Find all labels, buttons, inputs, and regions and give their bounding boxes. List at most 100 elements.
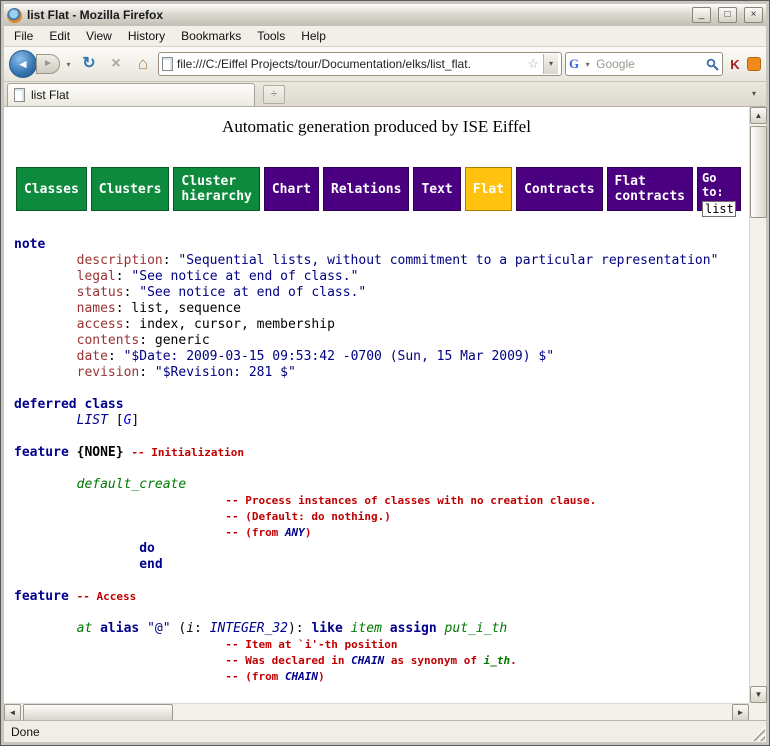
- horizontal-scroll-thumb[interactable]: [23, 704, 173, 721]
- goto-label: Go to:: [702, 171, 736, 199]
- code-line: legal: "See notice at end of class.": [14, 269, 749, 285]
- nav-button-cluster-hierarchy[interactable]: Cluster hierarchy: [173, 167, 259, 211]
- url-text[interactable]: file:///C:/Eiffel Projects/tour/Document…: [177, 57, 523, 71]
- nav-button-flat-contracts[interactable]: Flat contracts: [607, 167, 693, 211]
- url-dropdown-button[interactable]: ▾: [543, 54, 558, 74]
- k-addon-icon[interactable]: K: [726, 57, 744, 72]
- status-bar: Done: [4, 720, 766, 742]
- menu-bookmarks[interactable]: Bookmarks: [173, 27, 249, 45]
- code-link[interactable]: at: [77, 621, 93, 636]
- code-text: description: [77, 253, 163, 268]
- code-link[interactable]: CHAIN: [285, 670, 318, 683]
- nav-button-flat[interactable]: Flat: [465, 167, 512, 211]
- menu-bar: File Edit View History Bookmarks Tools H…: [4, 26, 766, 47]
- home-icon[interactable]: ⌂: [131, 52, 155, 76]
- code-text: "See notice at end of class.": [131, 269, 358, 284]
- forward-button[interactable]: ►: [36, 54, 60, 74]
- nav-button-relations[interactable]: Relations: [323, 167, 409, 211]
- menu-help[interactable]: Help: [293, 27, 334, 45]
- code-text: -- (from: [225, 526, 285, 539]
- code-link[interactable]: ANY: [285, 526, 305, 539]
- code-text: :: [108, 349, 124, 364]
- code-link[interactable]: LIST: [77, 413, 108, 428]
- code-text: [139, 621, 147, 636]
- page-icon: [162, 57, 173, 71]
- menu-view[interactable]: View: [78, 27, 120, 45]
- code-link[interactable]: INTEGER_32: [210, 621, 288, 636]
- window-title: list Flat - Mozilla Firefox: [27, 8, 685, 22]
- vertical-scrollbar[interactable]: ▲ ▼: [749, 107, 766, 703]
- firefox-window: list Flat - Mozilla Firefox _ □ × File E…: [0, 0, 770, 746]
- list-all-tabs-icon[interactable]: ▾: [745, 85, 763, 104]
- minimize-button[interactable]: _: [692, 7, 711, 23]
- orange-addon-icon[interactable]: [747, 57, 761, 71]
- scroll-right-icon[interactable]: ►: [732, 704, 749, 721]
- scroll-left-icon[interactable]: ◄: [4, 704, 21, 721]
- code-line: [14, 573, 749, 589]
- code-line: -- Process instances of classes with no …: [14, 493, 749, 509]
- code-line: -- Was declared in CHAIN as synonym of i…: [14, 653, 749, 669]
- code-link[interactable]: default_create: [77, 477, 187, 492]
- scroll-down-icon[interactable]: ▼: [750, 686, 767, 703]
- nav-button-text[interactable]: Text: [413, 167, 460, 211]
- code-text: status: [77, 285, 124, 300]
- goto-input[interactable]: [702, 201, 736, 217]
- code-text: ): [318, 670, 325, 683]
- code-text: [: [108, 413, 124, 428]
- search-engine-dropdown-icon[interactable]: ▾: [582, 60, 593, 69]
- code-text: [14, 269, 77, 284]
- search-input[interactable]: Google: [596, 57, 703, 71]
- close-button[interactable]: ×: [744, 7, 763, 23]
- tab-strip-button[interactable]: ÷: [263, 85, 285, 104]
- goto-box: Go to:: [697, 167, 741, 211]
- menu-file[interactable]: File: [6, 27, 41, 45]
- code-link[interactable]: item: [351, 621, 382, 636]
- stop-icon[interactable]: ×: [104, 52, 128, 76]
- code-text: [437, 621, 445, 636]
- bookmark-star-icon[interactable]: ☆: [527, 56, 539, 72]
- code-text: "See notice at end of class.": [139, 285, 366, 300]
- maximize-button[interactable]: □: [718, 7, 737, 23]
- back-button[interactable]: ◄: [9, 50, 37, 78]
- code-text: [14, 253, 77, 268]
- navigation-toolbar: ◄ ► ▾ ↻ × ⌂ file:///C:/Eiffel Projects/t…: [4, 47, 766, 82]
- magnifier-icon[interactable]: [706, 58, 719, 71]
- vertical-scroll-thumb[interactable]: [750, 126, 767, 218]
- code-link[interactable]: put_i_th: [445, 621, 508, 636]
- code-line: deferred class: [14, 397, 749, 413]
- menu-tools[interactable]: Tools: [249, 27, 293, 45]
- code-text: -- (Default: do nothing.): [225, 510, 391, 523]
- code-line: note: [14, 237, 749, 253]
- search-bar[interactable]: G ▾ Google: [565, 52, 723, 76]
- menu-history[interactable]: History: [120, 27, 173, 45]
- code-line: contents: generic: [14, 333, 749, 349]
- nav-button-chart[interactable]: Chart: [264, 167, 319, 211]
- tab-list-flat[interactable]: list Flat: [7, 83, 255, 106]
- nav-button-contracts[interactable]: Contracts: [516, 167, 602, 211]
- code-text: .: [510, 654, 517, 667]
- code-text: deferred class: [14, 397, 124, 412]
- refresh-icon[interactable]: ↻: [77, 52, 101, 76]
- scroll-up-icon[interactable]: ▲: [750, 107, 767, 124]
- horizontal-scrollbar[interactable]: ◄ ►: [4, 703, 749, 720]
- code-line: -- (from ANY): [14, 525, 749, 541]
- code-text: [14, 317, 77, 332]
- code-text: [14, 285, 77, 300]
- resize-grip[interactable]: [751, 727, 765, 741]
- code-text: [14, 365, 77, 380]
- code-link[interactable]: CHAIN: [351, 654, 384, 667]
- nav-button-clusters[interactable]: Clusters: [91, 167, 170, 211]
- history-dropdown-icon[interactable]: ▾: [63, 60, 74, 69]
- nav-button-classes[interactable]: Classes: [16, 167, 87, 211]
- code-text: date: [77, 349, 108, 364]
- code-line: -- (from CHAIN): [14, 669, 749, 685]
- code-text: "$Revision: 281 $": [155, 365, 296, 380]
- code-link[interactable]: i_th: [484, 654, 511, 667]
- code-text: (: [171, 621, 187, 636]
- code-text: feature: [14, 445, 69, 460]
- url-bar[interactable]: file:///C:/Eiffel Projects/tour/Document…: [158, 52, 562, 76]
- menu-edit[interactable]: Edit: [41, 27, 78, 45]
- title-bar[interactable]: list Flat - Mozilla Firefox _ □ ×: [4, 4, 766, 26]
- code-line: names: list, sequence: [14, 301, 749, 317]
- code-line: at alias "@" (i: INTEGER_32): like item …: [14, 621, 749, 637]
